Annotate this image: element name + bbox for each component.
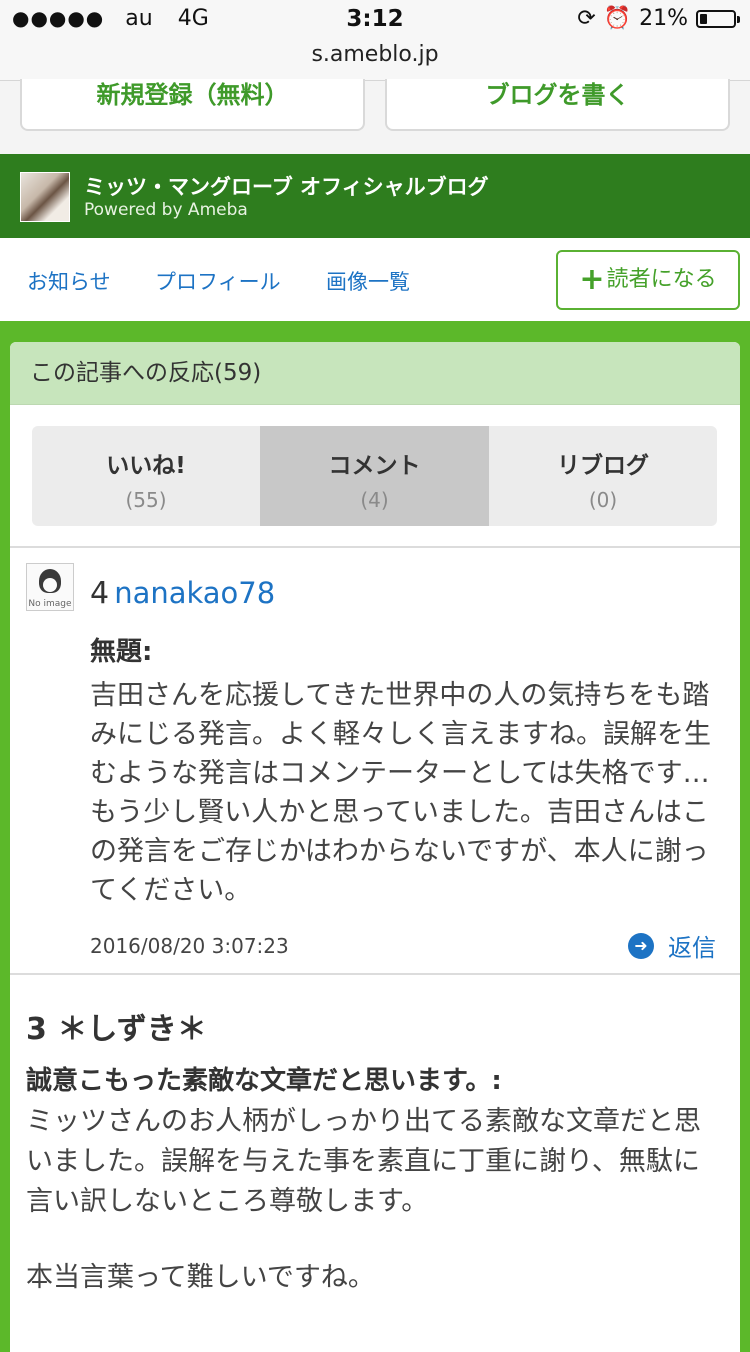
nav-link-news[interactable]: お知らせ	[27, 266, 111, 296]
comment-header: 4 nanakao78	[90, 576, 275, 611]
blog-avatar[interactable]	[20, 172, 70, 222]
blog-header[interactable]: ミッツ・マングローブ オフィシャルブログ Powered by Ameba	[0, 154, 750, 238]
tab-reblogs[interactable]: リブログ (0)	[489, 426, 717, 526]
divider	[10, 546, 740, 548]
register-button[interactable]: 新規登録（無料）	[20, 79, 365, 131]
top-action-bar: 新規登録（無料） ブログを書く	[0, 79, 750, 154]
write-blog-button[interactable]: ブログを書く	[385, 79, 730, 131]
blog-subtitle: Powered by Ameba	[84, 200, 248, 220]
tab-count: (0)	[588, 488, 618, 512]
tab-count: (55)	[125, 488, 167, 512]
rotation-lock-icon: ⟳	[577, 6, 596, 31]
reply-button[interactable]: ➜ 返信	[628, 928, 716, 963]
tab-label: コメント	[328, 453, 421, 479]
reply-label: 返信	[668, 934, 716, 962]
comment-username[interactable]: nanakao78	[114, 576, 275, 610]
blog-title[interactable]: ミッツ・マングローブ オフィシャルブログ	[84, 171, 489, 201]
alarm-icon: ⏰	[603, 6, 632, 31]
blog-nav: お知らせ プロフィール 画像一覧 +読者になる	[0, 238, 750, 321]
battery-icon	[696, 9, 740, 28]
tab-label: いいね!	[106, 453, 186, 479]
no-image-label: No image	[28, 599, 72, 609]
tab-label: リブログ	[557, 453, 649, 479]
follow-button[interactable]: +読者になる	[556, 250, 740, 310]
plus-icon: +	[579, 262, 605, 297]
tab-comments[interactable]: コメント (4)	[260, 426, 489, 526]
comment-title: 無題:	[90, 637, 153, 667]
status-bar: ●●●●● au 4G 3:12 ⟳ ⏰ 21% s.ameblo.jp	[0, 0, 750, 81]
comment-body: 吉田さんを応援してきた世界中の人の気持ちをも踏みにじる発言。よく軽々しく言えます…	[90, 680, 711, 906]
reply-arrow-icon: ➜	[628, 932, 654, 959]
battery-fill	[700, 13, 707, 24]
comment-title: 誠意こもった素敵な文章だと思います。:	[26, 1066, 502, 1096]
reactions-card: この記事への反応(59) いいね! (55) コメント (4) リブログ (0)…	[10, 342, 740, 1352]
status-icons: ⟳ ⏰ 21%	[577, 6, 740, 31]
address-bar-url[interactable]: s.ameblo.jp	[0, 42, 750, 67]
tab-count: (4)	[360, 488, 389, 512]
battery-percent: 21%	[639, 6, 688, 31]
comment-header: 3 ＊しずき＊	[26, 1012, 207, 1047]
commenter-avatar[interactable]: No image	[26, 563, 74, 611]
comment-body: ミッツさんのお人柄がしっかり出てる素敵な文章だと思いました。誤解を与えた事を素直…	[26, 1106, 701, 1217]
divider	[10, 973, 740, 975]
tab-likes[interactable]: いいね! (55)	[32, 426, 260, 526]
reactions-header: この記事への反応(59)	[10, 342, 740, 405]
comment-date: 2016/08/20 3:07:23	[90, 934, 289, 958]
nav-link-images[interactable]: 画像一覧	[326, 266, 410, 296]
nav-link-profile[interactable]: プロフィール	[155, 266, 281, 296]
reaction-tabs: いいね! (55) コメント (4) リブログ (0)	[32, 426, 717, 526]
comment-number: 4	[90, 576, 110, 611]
follow-label: 読者になる	[606, 267, 717, 292]
comment-body-continued: 本当言葉って難しいですね。	[26, 1262, 375, 1293]
no-image-silhouette-icon	[39, 569, 61, 593]
